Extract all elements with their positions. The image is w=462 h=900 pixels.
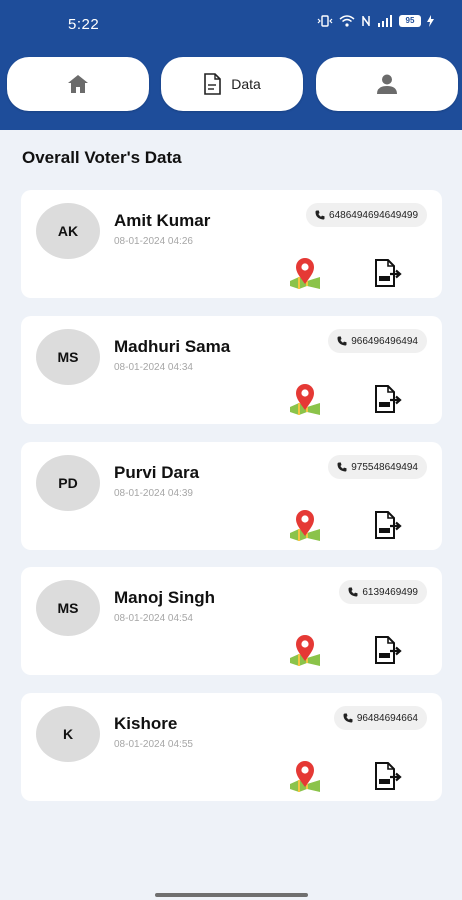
nfc-icon xyxy=(362,16,370,26)
voter-datetime: 08-01-2024 04:39 xyxy=(114,488,193,499)
phone-badge[interactable]: 6486494694649499 xyxy=(306,203,427,227)
avatar: MS xyxy=(36,329,100,385)
voter-name: Manoj Singh xyxy=(114,588,216,607)
tab-profile[interactable] xyxy=(316,57,458,111)
phone-number: 96484694664 xyxy=(356,712,418,724)
voter-name: Amit Kumar xyxy=(114,211,211,230)
phone-number: 6486494694649499 xyxy=(329,209,418,221)
phone-number: 975548649494 xyxy=(351,461,418,473)
avatar: AK xyxy=(36,203,100,259)
voter-card[interactable]: MS Madhuri Sama 08-01-2024 04:34 9664964964… xyxy=(21,316,442,424)
map-location-icon[interactable] xyxy=(288,508,322,542)
app-header: 5:22 95 Data xyxy=(0,0,462,130)
phone-number: 966496496494 xyxy=(351,335,418,347)
charging-icon xyxy=(427,15,434,27)
voter-card[interactable]: PD Purvi Dara 08-01-2024 04:39 975548649494 xyxy=(21,442,442,550)
voter-name: Purvi Dara xyxy=(114,463,200,482)
home-indicator[interactable] xyxy=(155,893,308,897)
export-pdf-icon[interactable] xyxy=(372,510,402,540)
tab-data-label: Data xyxy=(231,76,261,92)
map-location-icon[interactable] xyxy=(288,256,322,290)
map-location-icon[interactable] xyxy=(288,382,322,416)
vibrate-icon xyxy=(317,15,333,27)
export-pdf-icon[interactable] xyxy=(372,258,402,288)
tab-bar: Data xyxy=(0,57,462,113)
phone-number: 6139469499 xyxy=(362,586,418,598)
phone-icon xyxy=(337,462,347,472)
status-bar: 5:22 95 xyxy=(0,0,462,52)
phone-icon xyxy=(348,587,358,597)
status-icons: 95 xyxy=(317,15,434,27)
document-icon xyxy=(204,73,222,95)
map-location-icon[interactable] xyxy=(288,633,322,667)
avatar: MS xyxy=(36,580,100,636)
page-title: Overall Voter's Data xyxy=(22,148,182,167)
tab-data[interactable]: Data xyxy=(161,57,303,111)
phone-icon xyxy=(343,713,353,723)
avatar: K xyxy=(36,706,100,762)
phone-badge[interactable]: 966496496494 xyxy=(328,329,427,353)
phone-badge[interactable]: 96484694664 xyxy=(333,706,427,730)
status-time: 5:22 xyxy=(68,16,100,33)
export-pdf-icon[interactable] xyxy=(372,384,402,414)
phone-icon xyxy=(337,336,347,346)
tab-home[interactable] xyxy=(7,57,149,111)
export-pdf-icon[interactable] xyxy=(372,761,402,791)
phone-icon xyxy=(315,210,325,220)
voter-datetime: 08-01-2024 04:34 xyxy=(114,362,193,373)
battery-icon: 95 xyxy=(399,15,421,27)
user-icon xyxy=(377,74,397,94)
voter-card[interactable]: AK Amit Kumar 08-01-2024 04:26 648649469464… xyxy=(21,190,442,298)
avatar: PD xyxy=(36,455,100,511)
voter-card[interactable]: MS Manoj Singh 08-01-2024 04:54 6139469499 xyxy=(21,567,442,675)
voter-card[interactable]: K Kishore 08-01-2024 04:55 96484694664 xyxy=(21,693,442,801)
signal-icon xyxy=(378,15,392,27)
voter-name: Kishore xyxy=(114,714,178,733)
map-location-icon[interactable] xyxy=(288,759,322,793)
phone-badge[interactable]: 975548649494 xyxy=(328,455,427,479)
phone-badge[interactable]: 6139469499 xyxy=(339,580,427,604)
voter-datetime: 08-01-2024 04:26 xyxy=(114,236,193,247)
wifi-icon xyxy=(339,15,355,27)
home-icon xyxy=(68,75,88,93)
voter-datetime: 08-01-2024 04:55 xyxy=(114,739,193,750)
voter-name: Madhuri Sama xyxy=(114,337,231,356)
export-pdf-icon[interactable] xyxy=(372,635,402,665)
voter-datetime: 08-01-2024 04:54 xyxy=(114,613,193,624)
